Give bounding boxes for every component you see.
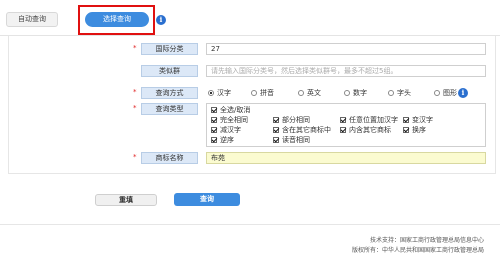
- radio-dot: [298, 90, 304, 96]
- similar-group-label: 类似群: [141, 65, 198, 77]
- trademark-name-input[interactable]: 布苑: [206, 152, 486, 164]
- tab-auto-search[interactable]: 自动查询: [6, 12, 58, 27]
- checkbox-remove-char[interactable]: 减汉字: [211, 126, 241, 135]
- intl-class-label: 国际分类: [141, 43, 198, 55]
- required-star: *: [133, 153, 137, 161]
- radio-dot: [388, 90, 394, 96]
- checkbox-box: [211, 117, 217, 123]
- required-star: *: [133, 88, 137, 96]
- checkbox-same-sound[interactable]: 读音相同: [273, 136, 310, 145]
- checkbox-box: [403, 127, 409, 133]
- checkbox-contains[interactable]: 内含其它商标: [340, 126, 391, 135]
- checkbox-box: [340, 117, 346, 123]
- trademark-name-label: 商标名称: [141, 152, 198, 164]
- search-type-label: 查询类型: [141, 103, 198, 115]
- search-method-label: 查询方式: [141, 87, 198, 99]
- radio-dot: [344, 90, 350, 96]
- intl-class-input[interactable]: 27: [206, 43, 486, 55]
- footer: 技术支持：国家工商行政管理总局信息中心 版权所有：中华人民共和国国家工商行政管理…: [0, 224, 500, 254]
- radio-dot: [434, 90, 440, 96]
- radio-dot: [251, 90, 257, 96]
- radio-initial[interactable]: 字头: [388, 87, 411, 99]
- search-type-checkboxes: 全选/取消 完全相同 部分相同 任意位置加汉字 变汉字 减汉字 含在其它商标中 …: [206, 103, 486, 147]
- checkbox-contained-in[interactable]: 含在其它商标中: [273, 126, 331, 135]
- checkbox-box: [403, 117, 409, 123]
- checkbox-select-all[interactable]: 全选/取消: [211, 106, 250, 115]
- checkbox-box: [211, 127, 217, 133]
- required-star: *: [133, 44, 137, 52]
- checkbox-exact[interactable]: 完全相同: [211, 116, 248, 125]
- footer-tech-support: 技术支持：国家工商行政管理总局信息中心: [369, 237, 484, 244]
- radio-hanzi[interactable]: 汉字: [208, 87, 231, 99]
- required-star: *: [133, 104, 137, 112]
- checkbox-box: [211, 107, 217, 113]
- footer-copyright: 版权所有：中华人民共和国国家工商行政管理总局: [351, 247, 484, 254]
- radio-dot: [208, 90, 214, 96]
- info-icon[interactable]: i: [156, 15, 166, 25]
- similar-group-input[interactable]: 请先输入国际分类号，然后选择类似群号，最多不超过5组。: [206, 65, 486, 77]
- checkbox-reorder[interactable]: 换序: [403, 126, 426, 135]
- checkbox-reverse[interactable]: 逆序: [211, 136, 234, 145]
- radio-number[interactable]: 数字: [344, 87, 367, 99]
- query-button[interactable]: 查询: [174, 193, 240, 206]
- checkbox-add-char[interactable]: 任意位置加汉字: [340, 116, 398, 125]
- checkbox-partial[interactable]: 部分相同: [273, 116, 310, 125]
- tab-select-search[interactable]: 选择查询: [85, 12, 149, 27]
- radio-pinyin[interactable]: 拼音: [251, 87, 274, 99]
- reset-button[interactable]: 重填: [95, 194, 157, 206]
- info-icon[interactable]: i: [458, 88, 468, 98]
- radio-graphic[interactable]: 图形: [434, 87, 457, 99]
- checkbox-box: [273, 127, 279, 133]
- checkbox-box: [211, 137, 217, 143]
- tab-bar: 自动查询 选择查询 i: [0, 0, 500, 36]
- checkbox-box: [273, 137, 279, 143]
- radio-english[interactable]: 英文: [298, 87, 321, 99]
- checkbox-box: [340, 127, 346, 133]
- checkbox-change-char[interactable]: 变汉字: [403, 116, 433, 125]
- checkbox-box: [273, 117, 279, 123]
